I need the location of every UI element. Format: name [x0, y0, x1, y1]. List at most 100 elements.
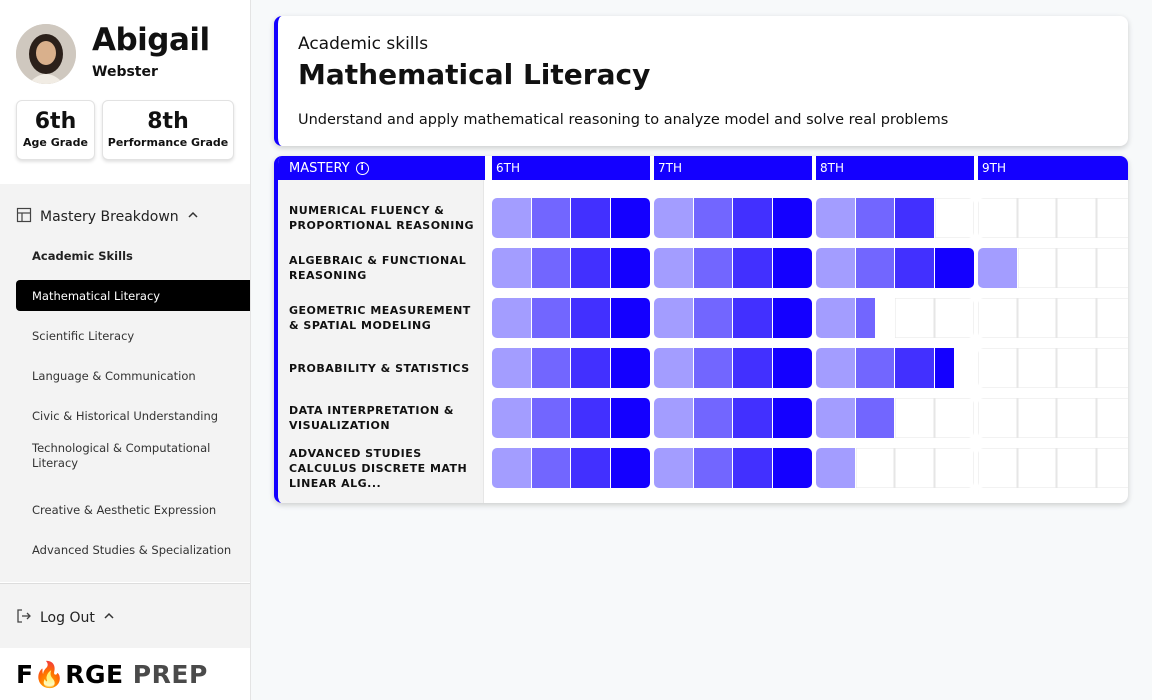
mastery-segment — [855, 348, 895, 388]
mastery-segment — [1057, 198, 1097, 238]
mastery-segment — [693, 448, 733, 488]
mastery-cell-8th[interactable] — [816, 398, 974, 438]
mastery-segment — [610, 198, 650, 238]
sidebar-item-academic-skills[interactable]: Academic Skills — [16, 240, 250, 271]
skill-rows-column: NUMERICAL FLUENCY & PROPORTIONAL REASONI… — [278, 180, 484, 503]
mastery-segment — [934, 248, 974, 288]
mastery-segment — [772, 398, 812, 438]
sidebar-item-technological-computational-literacy[interactable]: Technological & Computational Literacy — [16, 438, 250, 474]
mastery-segment — [531, 398, 571, 438]
sidebar-item-label: Advanced Studies & Specialization — [32, 542, 232, 557]
mastery-segment — [492, 348, 532, 388]
sidebar-item-mathematical-literacy[interactable]: Mathematical Literacy — [16, 280, 250, 311]
mastery-segment — [1057, 298, 1097, 338]
mastery-cell-8th[interactable] — [816, 298, 974, 338]
mastery-cell-9th[interactable] — [978, 298, 1128, 338]
table-icon — [16, 207, 32, 227]
mastery-cell-9th[interactable] — [978, 348, 1128, 388]
sidebar-item-civic-historical-understanding[interactable]: Civic & Historical Understanding — [16, 400, 250, 431]
mastery-segment — [733, 248, 773, 288]
mastery-cell-9th[interactable] — [978, 398, 1128, 438]
mastery-cell-7th[interactable] — [654, 248, 812, 288]
mastery-cell-6th[interactable] — [492, 448, 650, 488]
avatar[interactable] — [16, 24, 76, 84]
mastery-segment — [855, 198, 895, 238]
mastery-segment — [1096, 348, 1128, 388]
mastery-segment — [1096, 198, 1128, 238]
logout-section: Log Out — [0, 583, 250, 648]
skill-row-label: NUMERICAL FLUENCY & PROPORTIONAL REASONI… — [289, 204, 475, 232]
mastery-segment — [816, 298, 856, 338]
mastery-cell-9th[interactable] — [978, 448, 1128, 488]
mastery-segment — [1017, 298, 1057, 338]
mastery-cell-8th[interactable] — [816, 198, 974, 238]
mastery-segment — [531, 198, 571, 238]
mastery-cell-8th[interactable] — [816, 448, 974, 488]
mastery-cell-6th[interactable] — [492, 198, 650, 238]
mastery-segment — [895, 298, 935, 338]
sidebar-item-label: Scientific Literacy — [32, 328, 135, 343]
mastery-cell-9th[interactable] — [978, 248, 1128, 288]
age-grade-value: 6th — [34, 109, 77, 134]
grade-header-9th: 9TH — [978, 156, 1128, 180]
mastery-cell-8th[interactable] — [816, 348, 974, 388]
sidebar-item-advanced-studies-specialization[interactable]: Advanced Studies & Specialization — [16, 534, 250, 565]
mastery-segment — [895, 248, 935, 288]
sidebar-item-label: Creative & Aesthetic Expression — [32, 502, 217, 517]
mastery-segment — [1017, 448, 1057, 488]
mastery-cell-9th[interactable] — [978, 198, 1128, 238]
mastery-breakdown-toggle[interactable]: Mastery Breakdown — [16, 207, 199, 227]
mastery-segment — [531, 348, 571, 388]
mastery-segment — [1017, 198, 1057, 238]
mastery-cell-6th[interactable] — [492, 398, 650, 438]
mastery-segment — [571, 298, 611, 338]
mastery-segment — [1017, 248, 1057, 288]
mastery-cell-7th[interactable] — [654, 298, 812, 338]
mastery-segment — [772, 448, 812, 488]
mastery-cell-6th[interactable] — [492, 348, 650, 388]
mastery-segment — [934, 398, 974, 438]
mastery-segment — [816, 398, 856, 438]
mastery-segment — [654, 448, 694, 488]
sidebar-item-creative-aesthetic-expression[interactable]: Creative & Aesthetic Expression — [16, 494, 250, 525]
chevron-up-icon — [187, 209, 199, 225]
grade-header-8th: 8TH — [816, 156, 974, 180]
info-icon[interactable]: i — [355, 161, 369, 175]
mastery-cell-6th[interactable] — [492, 248, 650, 288]
skill-category: Academic skills — [298, 34, 429, 54]
mastery-breakdown-label: Mastery Breakdown — [40, 209, 179, 225]
mastery-cell-8th[interactable] — [816, 248, 974, 288]
mastery-cell-7th[interactable] — [654, 348, 812, 388]
chevron-up-icon — [103, 610, 115, 626]
mastery-segment — [772, 298, 812, 338]
performance-grade-card: 8th Performance Grade — [102, 100, 234, 160]
mastery-segment — [693, 398, 733, 438]
grade-header-6th: 6TH — [492, 156, 650, 180]
mastery-segment — [733, 348, 773, 388]
age-grade-card: 6th Age Grade — [16, 100, 95, 160]
mastery-segment — [772, 198, 812, 238]
mastery-segment — [654, 348, 694, 388]
logout-button[interactable]: Log Out — [16, 608, 115, 628]
sidebar-item-language-communication[interactable]: Language & Communication — [16, 360, 250, 391]
profile-first-name: Abigail — [92, 22, 210, 58]
mastery-segment — [733, 448, 773, 488]
mastery-segment — [895, 348, 935, 388]
mastery-segment — [610, 248, 650, 288]
mastery-segment — [571, 448, 611, 488]
mastery-cell-6th[interactable] — [492, 298, 650, 338]
mastery-segment — [610, 398, 650, 438]
skill-row-label: ADVANCED STUDIES CALCULUS DISCRETE MATH … — [289, 446, 468, 490]
sidebar-item-scientific-literacy[interactable]: Scientific Literacy — [16, 320, 250, 351]
mastery-cell-7th[interactable] — [654, 198, 812, 238]
mastery-segment — [1057, 398, 1097, 438]
mastery-segment — [610, 348, 650, 388]
mastery-cell-7th[interactable] — [654, 398, 812, 438]
mastery-segment — [895, 448, 935, 488]
mastery-segment — [855, 298, 895, 338]
skill-row-label: GEOMETRIC MEASUREMENT & SPATIAL MODELING — [289, 304, 471, 332]
mastery-segment — [855, 398, 895, 438]
mastery-cell-7th[interactable] — [654, 448, 812, 488]
mastery-segment — [855, 248, 895, 288]
logout-label: Log Out — [40, 610, 95, 626]
